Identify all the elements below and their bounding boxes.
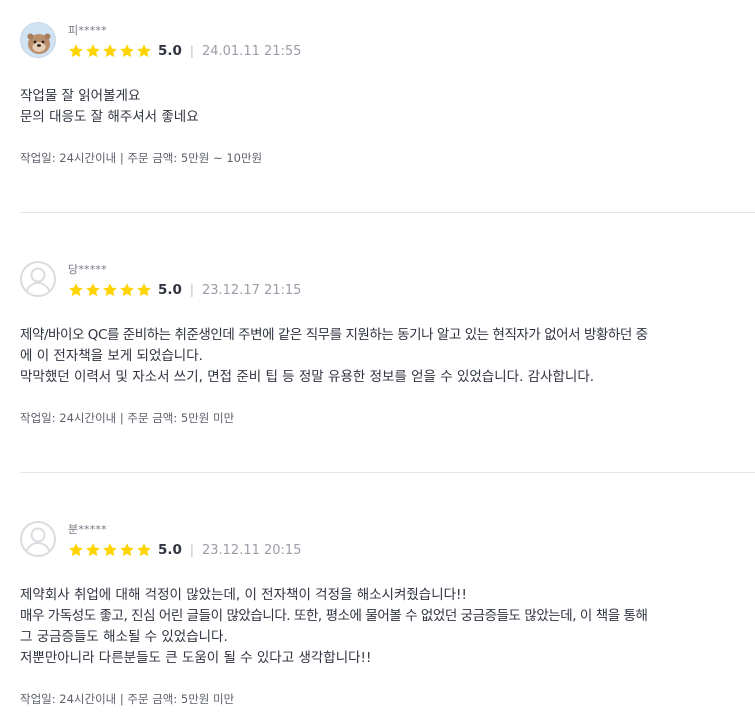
review-header: 분***** 5.0 | 23.12.11 20:15: [20, 521, 755, 565]
divider: [20, 212, 755, 213]
review-line: 작업물 잘 읽어볼게요: [20, 88, 141, 104]
star-icon: [137, 283, 151, 297]
default-user-icon[interactable]: [20, 521, 56, 557]
star-icon: [86, 283, 100, 297]
separator: |: [189, 543, 194, 557]
divider: [20, 472, 755, 473]
rating-score: 5.0: [158, 43, 182, 59]
reviewer-nickname: 당*****: [68, 263, 107, 276]
star-icon: [69, 44, 83, 58]
review-line: 제약/바이오 QC를 준비하는 취준생인데 주변에 같은 직무를 지원하는 동기…: [20, 327, 648, 343]
reviewer-nickname: 피*****: [68, 24, 107, 37]
star-icon: [137, 44, 151, 58]
review-header: 피***** 5.0 | 24.01.11 21:55: [20, 22, 755, 66]
default-user-icon[interactable]: [20, 261, 56, 297]
rating-score: 5.0: [158, 282, 182, 298]
star-icon: [103, 543, 117, 557]
order-meta: 작업일: 24시간이내 | 주문 금액: 5만원 ~ 10만원: [20, 151, 263, 165]
star-icon: [69, 543, 83, 557]
star-icon: [120, 283, 134, 297]
review-item: 분***** 5.0 | 23.12.11 20:15 제약회사 취업에 대해 …: [20, 521, 755, 707]
review-line: 문의 대응도 잘 해주셔서 좋네요: [20, 109, 199, 125]
star-icon: [103, 283, 117, 297]
review-header: 당***** 5.0 | 23.12.17 21:15: [20, 261, 755, 305]
review-line: 제약회사 취업에 대해 걱정이 많았는데, 이 전자책이 걱정을 해소시켜줬습니…: [20, 587, 467, 603]
rating-row: 5.0 | 23.12.17 21:15: [68, 280, 301, 300]
review-line: 막막했던 이력서 및 자소서 쓰기, 면접 준비 팁 등 정말 유용한 정보를 …: [20, 369, 595, 385]
star-icon: [69, 283, 83, 297]
star-rating: [68, 43, 153, 59]
rating-row: 5.0 | 24.01.11 21:55: [68, 41, 301, 61]
star-icon: [103, 44, 117, 58]
review-item: 피***** 5.0 | 24.01.11 21:55 작업물 잘 읽어볼게요 …: [20, 22, 755, 166]
separator: |: [189, 44, 194, 58]
reviewer-nickname: 분*****: [68, 523, 107, 536]
star-icon: [86, 44, 100, 58]
review-date: 24.01.11 21:55: [201, 43, 302, 59]
review-item: 당***** 5.0 | 23.12.17 21:15 제약/바이오 QC를 준…: [20, 261, 755, 426]
rating-row: 5.0 | 23.12.11 20:15: [68, 540, 301, 560]
star-icon: [137, 543, 151, 557]
otter-avatar-icon[interactable]: [20, 22, 56, 58]
star-icon: [120, 44, 134, 58]
rating-score: 5.0: [158, 542, 182, 558]
star-rating: [68, 282, 153, 298]
review-line: 저뿐만아니라 다른분들도 큰 도움이 될 수 있다고 생각합니다!!: [20, 650, 372, 666]
separator: |: [189, 283, 194, 297]
review-date: 23.12.17 21:15: [201, 282, 302, 298]
review-line: 에 이 전자책을 보게 되었습니다.: [20, 348, 203, 364]
order-meta: 작업일: 24시간이내 | 주문 금액: 5만원 미만: [20, 692, 235, 706]
star-rating: [68, 542, 153, 558]
star-icon: [120, 543, 134, 557]
order-meta: 작업일: 24시간이내 | 주문 금액: 5만원 미만: [20, 411, 235, 425]
review-text: 작업물 잘 읽어볼게요 문의 대응도 잘 해주셔서 좋네요: [20, 86, 755, 128]
review-text: 제약/바이오 QC를 준비하는 취준생인데 주변에 같은 직무를 지원하는 동기…: [20, 325, 755, 388]
review-line: 그 궁금증들도 해소될 수 있었습니다.: [20, 629, 228, 645]
review-line: 매우 가독성도 좋고, 진심 어린 글들이 많았습니다. 또한, 평소에 물어볼…: [20, 608, 648, 624]
review-text: 제약회사 취업에 대해 걱정이 많았는데, 이 전자책이 걱정을 해소시켜줬습니…: [20, 585, 755, 669]
star-icon: [86, 543, 100, 557]
review-date: 23.12.11 20:15: [201, 542, 302, 558]
